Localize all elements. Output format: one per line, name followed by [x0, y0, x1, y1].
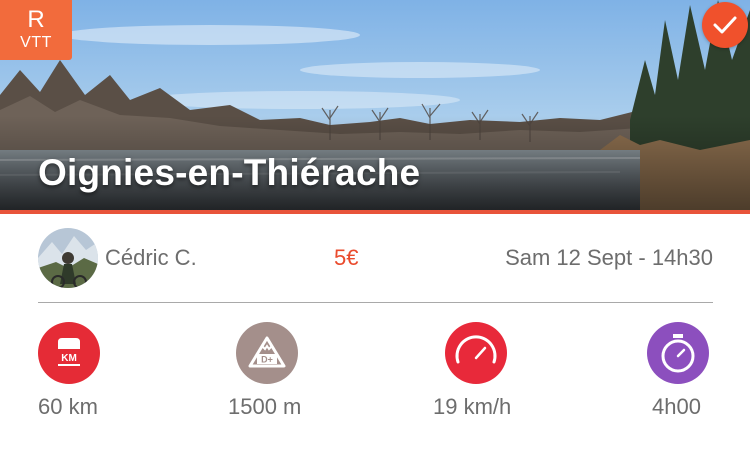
distance-icon: KM — [38, 322, 100, 384]
ride-price: 5€ — [334, 245, 359, 270]
speedometer-icon — [445, 322, 507, 384]
avatar[interactable] — [38, 228, 98, 288]
distance-icon-text: KM — [61, 353, 77, 364]
ride-datetime: Sam 12 Sept - 14h30 — [505, 245, 713, 270]
ride-info-row: Cédric C. 5€ Sam 12 Sept - 14h30 — [38, 228, 713, 288]
badge-label: VTT — [20, 34, 52, 51]
section-divider — [38, 302, 713, 303]
avatar-photo — [38, 228, 98, 288]
elevation-icon-text: D+ — [261, 355, 273, 365]
stat-duration: 4h00 — [645, 322, 750, 422]
hero-image: Oignies-en-Thiérache — [0, 0, 750, 210]
distance-value: 60 km — [38, 394, 98, 419]
organizer-name[interactable]: Cédric C. — [105, 245, 197, 271]
ride-title: Oignies-en-Thiérache — [38, 152, 421, 193]
accent-divider — [0, 210, 750, 214]
elevation-icon: D+ — [236, 322, 298, 384]
speed-value: 19 km/h — [433, 394, 512, 419]
stat-distance: KM 60 km — [38, 322, 178, 422]
stat-elevation: D+ 1500 m — [228, 322, 368, 422]
checkmark-icon — [713, 16, 737, 34]
stat-speed: 19 km/h — [433, 322, 573, 422]
check-button[interactable] — [702, 2, 748, 48]
ride-card[interactable]: Oignies-en-Thiérache R VTT Cédric C. 5€ … — [0, 0, 750, 450]
elevation-value: 1500 m — [228, 394, 302, 419]
duration-value: 4h00 — [652, 394, 701, 419]
badge-letter: R — [27, 6, 45, 33]
stopwatch-icon — [647, 322, 709, 384]
category-badge: R VTT — [0, 0, 72, 60]
